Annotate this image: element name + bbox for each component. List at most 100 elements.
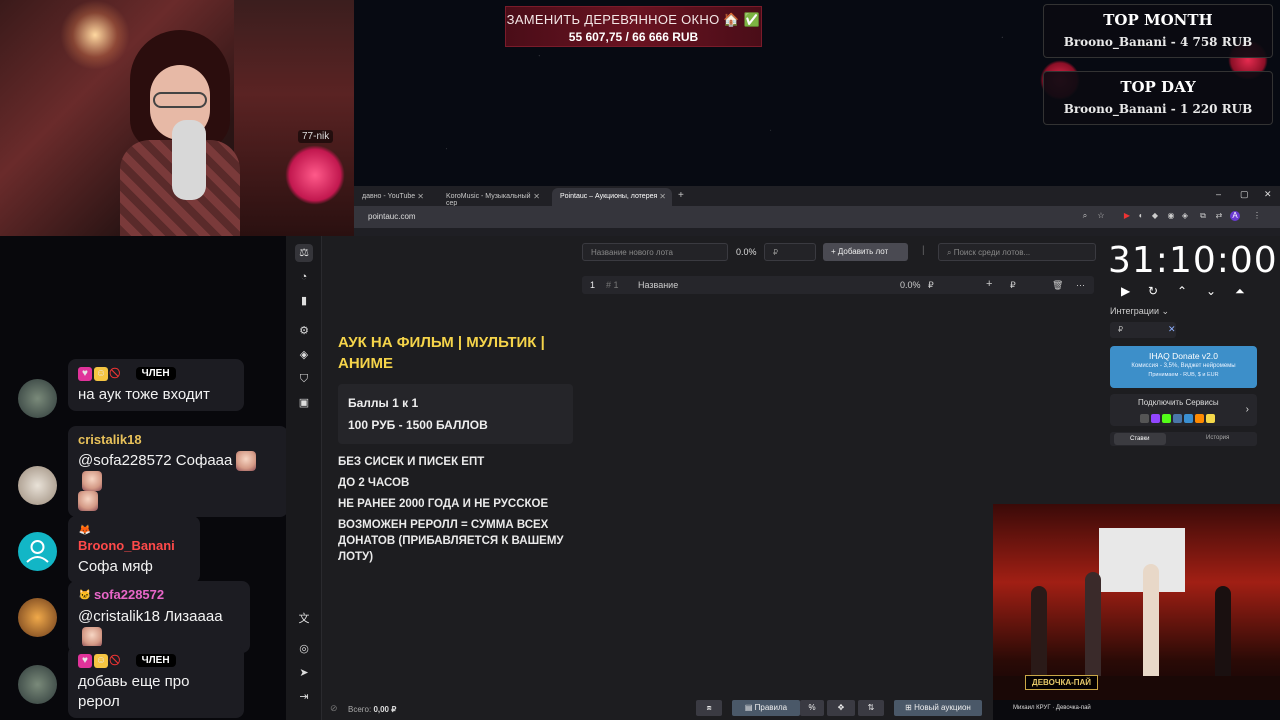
add-bet-icon[interactable]: +: [986, 278, 992, 290]
close-window-icon[interactable]: ✕: [1264, 189, 1272, 200]
chat-text: @cristalik18 Лизаааа: [78, 607, 223, 625]
microphone: [172, 120, 206, 200]
layers-icon[interactable]: ◈: [295, 346, 313, 364]
tab-youtube[interactable]: давно - YouTube ✕: [354, 188, 430, 206]
integrations-label: Интеграции: [1110, 306, 1159, 316]
chat-name-row: ♥☺⃠ ЧЛЕН: [78, 365, 234, 381]
lot-row[interactable]: 1 # 1 Название 0.0% ₽ + ₽ 🗑 ⋯: [582, 276, 1094, 294]
chat-text-row: @sofa228572 Софааа: [78, 451, 278, 512]
bookmark-star-icon[interactable]: ☆: [1096, 211, 1106, 221]
rules-button-label: Правила: [754, 703, 788, 712]
auction-icon[interactable]: ⚖: [295, 244, 313, 262]
new-lot-input[interactable]: Название нового лота: [582, 243, 728, 261]
ban-badge-icon: ⃠: [110, 654, 124, 668]
move-icon[interactable]: ✥: [827, 700, 855, 716]
top-month-heading: TOP MONTH: [1103, 11, 1213, 29]
clear-icon[interactable]: ✕: [1168, 324, 1176, 335]
sort-icon[interactable]: ⇅: [858, 700, 884, 716]
menu-icon[interactable]: ⋮: [1252, 211, 1262, 221]
points-price: 100 РУБ - 1500 БАЛЛОВ: [348, 418, 488, 432]
wheel-icon[interactable]: ◔: [295, 268, 313, 286]
search-input[interactable]: ⌕ Поиск среди лотов...: [938, 243, 1096, 261]
translate-icon[interactable]: ⇄: [1214, 211, 1224, 221]
points-ratio: Баллы 1 к 1: [348, 396, 419, 410]
youtube-ext-icon[interactable]: ▶: [1122, 211, 1132, 221]
heart-badge-icon: ♥: [78, 653, 92, 668]
rub-field[interactable]: ₽: [1110, 322, 1176, 338]
stats-icon[interactable]: ▮: [295, 292, 313, 310]
gear-icon[interactable]: ⚙: [295, 322, 313, 340]
tab-bets[interactable]: Ставки: [1114, 433, 1166, 445]
extension-icon[interactable]: ◐: [1136, 211, 1146, 221]
close-tab-icon[interactable]: ✕: [417, 192, 424, 201]
play-icon[interactable]: ▶: [1121, 284, 1130, 298]
shield-icon[interactable]: ⛉: [295, 370, 313, 388]
history-icon[interactable]: ▣: [295, 394, 313, 412]
chat-name-row: 🐱 sofa228572: [78, 587, 240, 603]
zoom-icon[interactable]: ⌕: [1080, 211, 1090, 221]
amount-input[interactable]: ₽: [764, 243, 816, 261]
avatar: [18, 466, 57, 505]
tab-label: Pointauc – Аукционы, лотерея: [560, 193, 658, 200]
lot-currency-2: ₽: [1010, 280, 1016, 290]
minimize-icon[interactable]: –: [1216, 189, 1221, 199]
trash-icon[interactable]: 🗑: [1052, 280, 1063, 291]
services-label: Подключить Сервисы: [1138, 398, 1219, 407]
maximize-icon[interactable]: ▢: [1240, 189, 1249, 200]
top-day-heading: TOP DAY: [1120, 78, 1196, 96]
da-icon: [1195, 414, 1204, 423]
screenshot-button[interactable]: ⧈: [696, 700, 722, 716]
donate-integration[interactable]: IHAQ Donate v2.0 Комиссия - 3,5%, Виджет…: [1110, 346, 1257, 388]
close-tab-icon[interactable]: ✕: [659, 192, 666, 201]
total-value: 0,00 ₽: [373, 705, 397, 714]
eye-off-icon[interactable]: ⊘: [330, 703, 338, 714]
github-icon[interactable]: ◎: [295, 640, 313, 658]
chat-bubble: 🐱 sofa228572 @cristalik18 Лизаааа: [68, 581, 250, 653]
connect-services[interactable]: Подключить Сервисы ›: [1110, 394, 1257, 426]
profile-avatar[interactable]: A: [1230, 211, 1240, 221]
auction-timer: 31:10:00: [1108, 240, 1278, 281]
service-icons: [1140, 410, 1217, 428]
tab-koromusic[interactable]: KoroMusic - Музыкальный сер ✕: [438, 188, 546, 207]
lot-name[interactable]: Название: [638, 280, 678, 290]
chat-text: Софа мяф: [78, 557, 153, 575]
puzzle-icon[interactable]: ⧉: [1198, 211, 1208, 221]
tab-pointauc[interactable]: Pointauc – Аукционы, лотерея ✕: [552, 188, 672, 206]
more-icon[interactable]: ⋯: [1076, 280, 1085, 291]
tab-history[interactable]: История: [1206, 435, 1229, 441]
extension-icon[interactable]: ◈: [1180, 211, 1190, 221]
decrease-icon[interactable]: ⌄: [1206, 284, 1216, 298]
shelf: [234, 0, 354, 236]
grid-icon: ⊞: [905, 703, 915, 712]
new-tab-icon[interactable]: +: [674, 188, 694, 206]
total-row: Всего: 0,00 ₽: [348, 705, 396, 714]
goal-amount: 55 607,75 / 66 666 RUB: [568, 30, 699, 44]
max-icon[interactable]: ⏶: [1235, 284, 1245, 299]
rule-item: ДО 2 ЧАСОВ: [338, 477, 410, 489]
now-playing-text: Михаил КРУГ · Девочка-пай: [1013, 705, 1091, 711]
extension-icon[interactable]: ◉: [1166, 211, 1176, 221]
now-playing-bar: Михаил КРУГ · Девочка-пай: [993, 700, 1280, 720]
url-text[interactable]: pointauc.com: [368, 212, 416, 221]
close-tab-icon[interactable]: ✕: [533, 192, 540, 201]
integrations-toggle[interactable]: Интеграции ⌄: [1110, 306, 1169, 317]
chevron-down-icon: ⌄: [1161, 306, 1170, 316]
extension-icon[interactable]: ◆: [1150, 211, 1160, 221]
rules-button[interactable]: ▤ Правила: [732, 700, 800, 716]
flowers: [285, 145, 345, 205]
restart-icon[interactable]: ↻: [1148, 284, 1158, 298]
language-icon[interactable]: 文: [295, 610, 313, 628]
bets-history-tabs: Ставки История: [1110, 432, 1257, 446]
donate-title: IHAQ Donate v2.0: [1149, 351, 1218, 361]
percent-toggle[interactable]: %: [800, 700, 824, 716]
avatar: [18, 379, 57, 418]
new-auction-button[interactable]: ⊞ Новый аукцион: [894, 700, 982, 716]
percent-label: 0.0%: [736, 247, 757, 257]
telegram-icon[interactable]: ➤: [295, 664, 313, 682]
increase-icon[interactable]: ⌃: [1177, 284, 1187, 298]
emote-icon: [82, 471, 102, 492]
donationalerts-icon: [1140, 414, 1149, 423]
music-video: ДЕВОЧКА-ПАЙ: [993, 504, 1280, 700]
add-lot-button[interactable]: + Добавить лот: [823, 243, 908, 261]
address-bar[interactable]: pointauc.com ⌕ ☆ ▶ ◐ ◆ ◉ ◈ ⧉ ⇄ A ⋮: [354, 206, 1280, 228]
